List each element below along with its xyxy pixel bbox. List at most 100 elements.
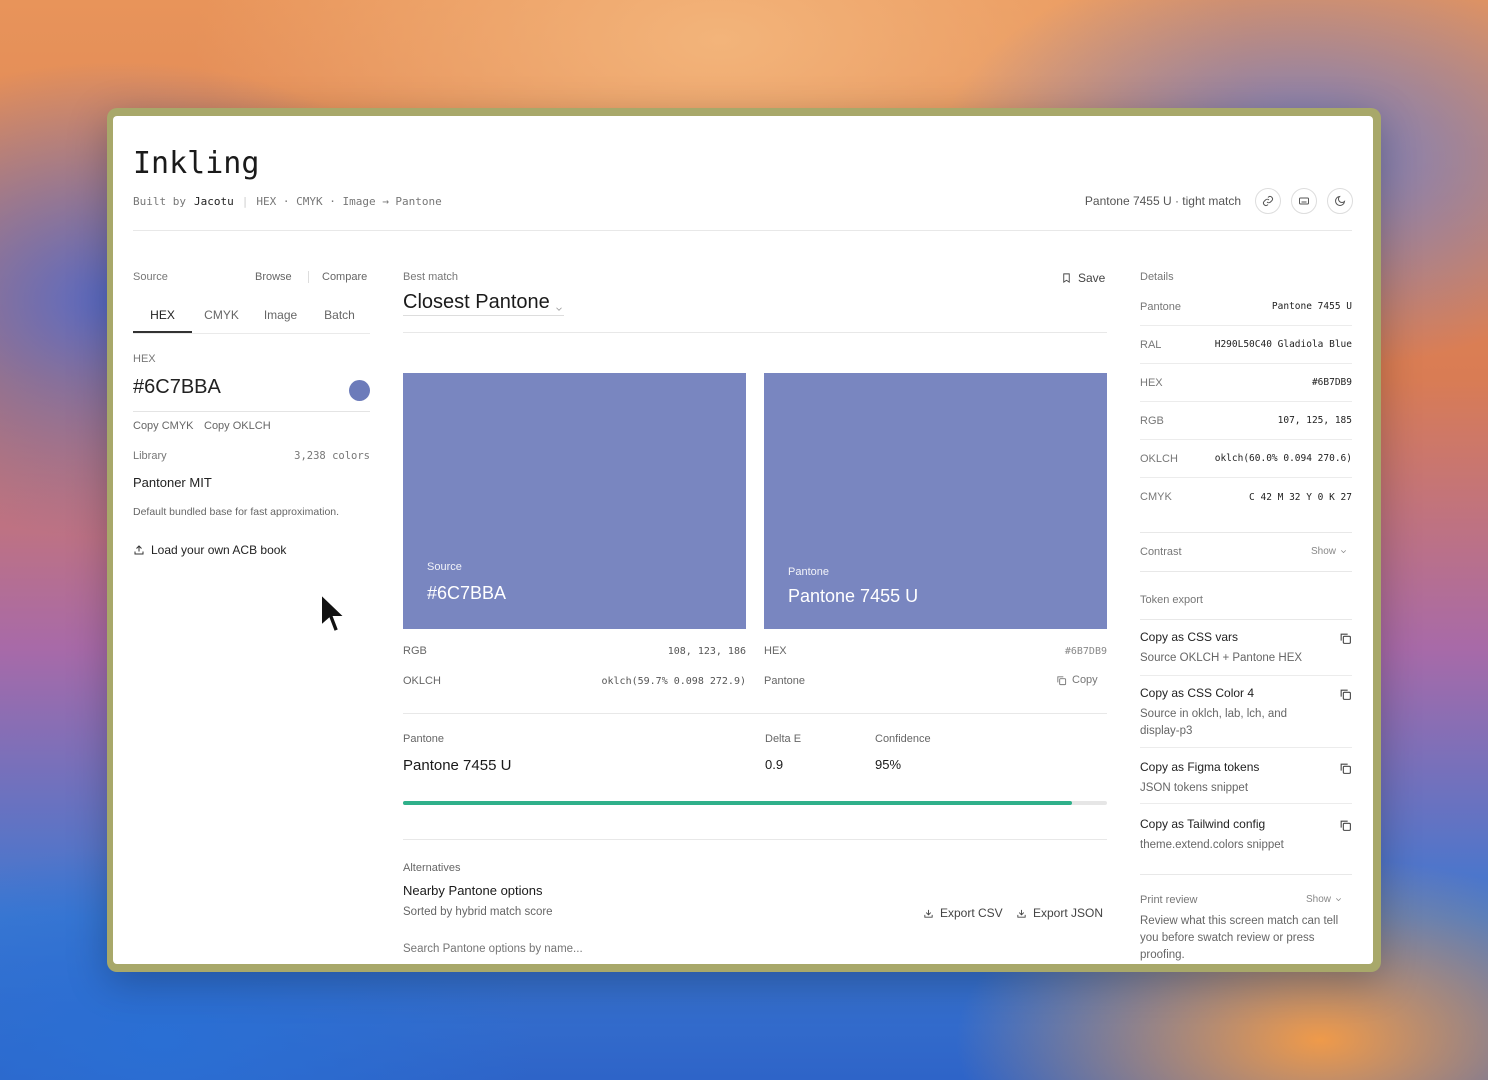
source-tabs: HEX CMYK Image Batch: [133, 296, 370, 334]
divider: [308, 271, 309, 283]
source-swatch: Source #6C7BBA: [403, 373, 746, 629]
save-button[interactable]: Save: [1061, 271, 1105, 285]
copy-button[interactable]: Copy: [1056, 674, 1098, 686]
tab-cmyk[interactable]: CMYK: [192, 296, 251, 333]
detail-value[interactable]: oklch(60.0% 0.094 270.6): [1215, 453, 1352, 464]
rgb-value: 108, 123, 186: [667, 646, 746, 657]
color-preview-dot[interactable]: [349, 380, 370, 401]
match-divider: [403, 332, 1107, 333]
detail-value[interactable]: C 42 M 32 Y 0 K 27: [1249, 492, 1352, 503]
load-acb-button[interactable]: Load your own ACB book: [133, 543, 286, 557]
save-label: Save: [1078, 271, 1106, 285]
divider: [1140, 874, 1352, 875]
best-match-label: Best match: [403, 271, 459, 283]
detail-value[interactable]: #6B7DB9: [1312, 377, 1352, 388]
detail-value[interactable]: Pantone 7455 U: [1272, 301, 1352, 312]
detail-row-ral: RAL H290L50C40 Gladiola Blue: [1140, 326, 1352, 364]
detail-row-hex: HEX #6B7DB9: [1140, 364, 1352, 402]
token-title: Copy as Figma tokens: [1140, 760, 1260, 774]
alternatives-title: Nearby Pantone options: [403, 883, 543, 898]
tab-hex[interactable]: HEX: [133, 296, 192, 333]
delta-e-value: 0.9: [765, 757, 784, 772]
token-figma[interactable]: Copy as Figma tokens JSON tokens snippet: [1140, 760, 1352, 804]
export-json-button[interactable]: Export JSON: [1016, 906, 1103, 920]
copy-icon[interactable]: [1339, 632, 1352, 645]
copy-cmyk-link[interactable]: Copy CMYK: [133, 420, 194, 432]
alternatives-subtitle: Sorted by hybrid match score: [403, 906, 553, 918]
hex-label: HEX: [133, 353, 156, 365]
chevron-down-icon: [1336, 898, 1342, 902]
divider: [1140, 532, 1352, 533]
divider: [403, 839, 1107, 840]
subtitle: Built by Jacotu | HEX · CMYK · Image → P…: [133, 195, 442, 208]
library-description: Default bundled base for fast approximat…: [133, 506, 340, 518]
detail-row-cmyk: CMYK C 42 M 32 Y 0 K 27: [1140, 478, 1352, 516]
token-description: Source in oklch, lab, lch, and display-p…: [1140, 708, 1288, 737]
detail-key: CMYK: [1140, 491, 1172, 503]
source-swatch-value: #6C7BBA: [427, 583, 507, 603]
detail-row-pantone: Pantone Pantone 7455 U: [1140, 288, 1352, 326]
detail-key: OKLCH: [1140, 452, 1178, 465]
pantone-label: Pantone: [764, 675, 805, 687]
contrast-show-toggle[interactable]: Show: [1311, 546, 1348, 557]
oklch-value: oklch(59.7% 0.098 272.9): [601, 676, 747, 687]
token-title: Copy as Tailwind config: [1140, 817, 1266, 831]
divider: [1140, 619, 1352, 620]
print-review-label: Print review: [1140, 894, 1198, 906]
library-name[interactable]: Pantoner MIT: [133, 475, 212, 490]
mouse-cursor-icon: [320, 592, 348, 634]
upload-icon: [134, 545, 144, 555]
print-review-description: Review what this screen match can tell y…: [1140, 915, 1339, 961]
library-count: 3,238 colors: [294, 450, 370, 462]
export-csv-button[interactable]: Export CSV: [923, 906, 1003, 920]
token-css-vars[interactable]: Copy as CSS vars Source OKLCH + Pantone …: [1140, 630, 1352, 676]
detail-key: RGB: [1140, 414, 1164, 427]
detail-row-rgb: RGB 107, 125, 185: [1140, 402, 1352, 440]
bookmark-icon: [1063, 273, 1070, 283]
closest-pantone-dropdown[interactable]: Closest Pantone: [403, 291, 564, 316]
keyboard-icon[interactable]: [1291, 188, 1317, 214]
pantone-swatch: Pantone Pantone 7455 U: [764, 373, 1107, 629]
app-window: Inkling Built by Jacotu | HEX · CMYK · I…: [113, 116, 1373, 964]
token-css-color-4[interactable]: Copy as CSS Color 4 Source in oklch, lab…: [1140, 686, 1352, 748]
detail-value[interactable]: H290L50C40 Gladiola Blue: [1215, 339, 1352, 350]
breadcrumb: HEX · CMYK · Image → Pantone: [256, 195, 442, 208]
link-icon[interactable]: [1255, 188, 1281, 214]
download-icon: [924, 909, 933, 918]
header-divider: [133, 230, 1352, 231]
source-swatch-label: Source: [427, 561, 462, 573]
download-icon: [1017, 909, 1026, 918]
copy-oklch-link[interactable]: Copy OKLCH: [204, 420, 271, 432]
confidence-label: Confidence: [875, 733, 931, 745]
detail-key: Pantone: [1140, 300, 1181, 313]
contrast-show-label: Show: [1311, 546, 1337, 557]
export-json-label: Export JSON: [1033, 906, 1104, 920]
chevron-down-icon: [1341, 550, 1347, 554]
detail-value[interactable]: 107, 125, 185: [1278, 415, 1352, 426]
pantone-swatch-label: Pantone: [788, 566, 829, 578]
hex-value: #6B7DB9: [1064, 646, 1107, 657]
header-actions: Pantone 7455 U · tight match: [1085, 188, 1353, 214]
compare-link[interactable]: Compare: [322, 271, 367, 283]
tab-batch[interactable]: Batch: [310, 296, 369, 333]
copy-icon[interactable]: [1339, 762, 1352, 775]
token-tailwind[interactable]: Copy as Tailwind config theme.extend.col…: [1140, 817, 1352, 863]
tab-image[interactable]: Image: [251, 296, 310, 333]
copy-icon[interactable]: [1339, 688, 1352, 701]
match-heading: Closest Pantone: [403, 291, 550, 313]
token-export-label: Token export: [1140, 594, 1203, 606]
token-description: JSON tokens snippet: [1140, 782, 1249, 794]
app-title: Inkling: [133, 146, 260, 181]
moon-icon[interactable]: [1327, 188, 1353, 214]
pantone-swatch-value: Pantone 7455 U: [788, 586, 919, 606]
hex-input[interactable]: #6C7BBA: [133, 376, 370, 412]
author-link[interactable]: Jacotu: [194, 195, 234, 208]
token-description: theme.extend.colors snippet: [1140, 839, 1284, 851]
token-description: Source OKLCH + Pantone HEX: [1140, 652, 1303, 664]
hex-value: #6C7BBA: [133, 376, 221, 398]
confidence-bar-fill: [403, 801, 1072, 805]
browse-link[interactable]: Browse: [255, 271, 292, 283]
copy-icon[interactable]: [1339, 819, 1352, 832]
search-input[interactable]: [403, 940, 1107, 958]
print-show-toggle[interactable]: Show: [1306, 894, 1343, 905]
